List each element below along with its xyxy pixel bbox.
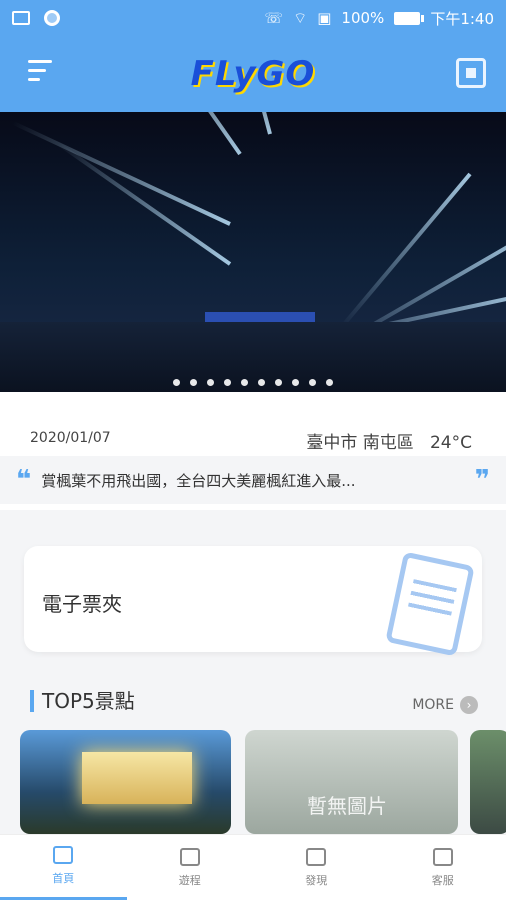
clock: 下午1:40 — [430, 9, 494, 28]
carousel-dots[interactable] — [0, 379, 506, 386]
quote-close-icon: ❞ — [474, 465, 490, 495]
nav-discover[interactable]: 發現 — [253, 835, 380, 900]
attraction-card[interactable] — [470, 730, 506, 834]
image-icon — [12, 11, 30, 25]
app-header: FLyGO — [0, 36, 506, 112]
news-text[interactable]: 賞楓葉不用飛出國，全台四大美麗楓紅進入最... — [31, 470, 474, 491]
nav-tours[interactable]: 遊程 — [127, 835, 254, 900]
section-title-top5: TOP5景點 — [30, 690, 135, 712]
temperature: 24°C — [429, 433, 472, 453]
bag-icon — [179, 847, 200, 866]
battery-text: 100% — [341, 9, 385, 27]
sim-icon: ▣ — [317, 9, 332, 27]
hero-banner[interactable] — [0, 112, 506, 392]
attraction-card[interactable]: 暫無圖片 — [245, 730, 458, 834]
status-bar: ☏ ⌔ ▣ 100% 下午1:40 — [0, 0, 506, 36]
battery-icon — [394, 11, 425, 25]
chevron-right-icon: › — [460, 696, 478, 714]
date-text: 2020/01/07 — [30, 430, 111, 446]
hand-icon — [306, 847, 327, 866]
no-image-text: 暫無圖片 — [307, 794, 387, 818]
e-ticket-wallet-card[interactable]: 電子票夾 — [24, 546, 482, 657]
wifi-icon: ⌔ — [293, 8, 308, 27]
nav-support[interactable]: 客服 — [380, 835, 506, 900]
ticket-icon — [385, 551, 475, 657]
menu-icon[interactable] — [28, 60, 52, 84]
weather-location: 臺中市 南屯區 24°C — [306, 433, 472, 453]
wallet-label: 電子票夾 — [42, 592, 122, 616]
attraction-card[interactable] — [20, 730, 231, 834]
app-notification-icon — [44, 10, 60, 26]
call-icon: ☏ — [264, 9, 284, 27]
app-logo: FLyGO — [190, 54, 316, 94]
home-icon — [53, 846, 74, 864]
nav-home[interactable]: 首頁 — [0, 835, 127, 900]
building-image — [82, 752, 192, 804]
more-button[interactable]: MORE › — [412, 696, 478, 714]
qr-scan-icon[interactable] — [456, 58, 486, 88]
chat-icon — [432, 847, 453, 866]
info-section: 2020/01/07 臺中市 南屯區 24°C ❝ 賞楓葉不用飛出國，全台四大美… — [0, 392, 506, 510]
quote-open-icon: ❝ — [16, 465, 32, 495]
news-ticker[interactable]: ❝ 賞楓葉不用飛出國，全台四大美麗楓紅進入最... ❞ — [0, 456, 506, 504]
bottom-navigation: 首頁 遊程 發現 客服 — [0, 834, 506, 900]
